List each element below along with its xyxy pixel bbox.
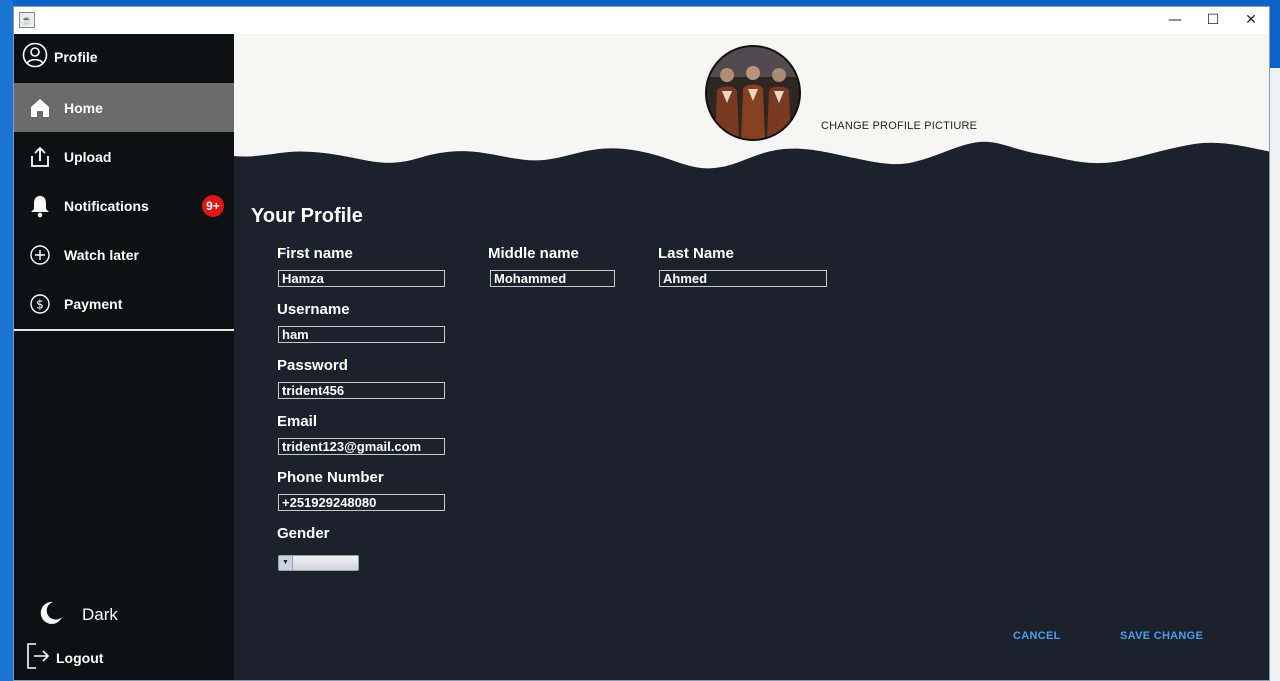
sidebar-item-watch-later[interactable]: Watch later (14, 230, 234, 279)
phone-number-field[interactable] (278, 494, 445, 511)
sidebar-item-label: Home (64, 99, 103, 116)
bell-icon (28, 194, 52, 218)
sidebar-item-label: Watch later (64, 246, 139, 263)
dropdown-arrow-icon: ▼ (279, 556, 293, 570)
minimize-button[interactable]: — (1158, 9, 1192, 31)
page-title: Your Profile (251, 205, 363, 227)
sidebar-item-label: Notifications (64, 197, 149, 214)
phone-number-label: Phone Number (277, 469, 384, 486)
username-field[interactable] (278, 326, 445, 343)
logout-icon (26, 642, 52, 675)
maximize-button[interactable]: ☐ (1196, 9, 1230, 31)
profile-avatar[interactable] (705, 45, 801, 141)
svg-text:$: $ (36, 297, 44, 311)
password-label: Password (277, 357, 348, 374)
logout-label: Logout (56, 650, 104, 666)
upload-icon (28, 145, 52, 169)
theme-label: Dark (82, 605, 118, 624)
title-bar: ☕ — ☐ ✕ (14, 7, 1269, 34)
dollar-circle-icon: $ (28, 292, 52, 316)
profile-photo (707, 47, 799, 139)
sidebar-item-label: Upload (64, 148, 112, 165)
cancel-button[interactable]: CANCEL (1013, 630, 1061, 642)
sidebar: Profile Home Upload Notifications 9+ Wat… (14, 34, 234, 680)
last-name-field[interactable] (659, 270, 827, 287)
sidebar-profile[interactable]: Profile (22, 42, 98, 69)
plus-circle-icon (28, 243, 52, 267)
change-profile-picture-link[interactable]: CHANGE PROFILE PICTIURE (821, 120, 977, 132)
email-field[interactable] (278, 438, 445, 455)
sidebar-item-upload[interactable]: Upload (14, 132, 234, 181)
last-name-label: Last Name (658, 245, 734, 262)
main-content: CHANGE PROFILE PICTIURE Your Profile Fir… (234, 34, 1269, 680)
home-icon (28, 96, 52, 120)
notification-badge: 9+ (202, 194, 224, 217)
sidebar-item-home[interactable]: Home (14, 83, 234, 132)
sidebar-item-notifications[interactable]: Notifications 9+ (14, 181, 234, 230)
save-change-button[interactable]: SAVE CHANGE (1120, 630, 1203, 642)
logout-button[interactable]: Logout (26, 642, 104, 675)
middle-name-label: Middle name (488, 245, 579, 262)
sidebar-profile-label: Profile (54, 49, 98, 65)
desktop-background-left (0, 0, 13, 681)
password-field[interactable] (278, 382, 445, 399)
sidebar-item-payment[interactable]: $ Payment (14, 279, 234, 328)
first-name-field[interactable] (278, 270, 445, 287)
sidebar-item-label: Payment (64, 295, 123, 312)
username-label: Username (277, 301, 350, 318)
middle-name-field[interactable] (490, 270, 615, 287)
sidebar-divider (14, 329, 234, 331)
gender-dropdown[interactable]: ▼ (278, 555, 359, 571)
first-name-label: First name (277, 245, 353, 262)
app-window: ☕ — ☐ ✕ Profile Home Upload Notification… (13, 6, 1270, 681)
user-circle-icon (22, 42, 48, 73)
close-button[interactable]: ✕ (1234, 9, 1268, 31)
gender-label: Gender (277, 525, 330, 542)
moon-icon (38, 600, 64, 631)
desktop-background-right (1270, 68, 1280, 681)
java-app-icon: ☕ (19, 12, 35, 28)
email-label: Email (277, 413, 318, 430)
dark-mode-toggle[interactable]: Dark (38, 601, 118, 627)
